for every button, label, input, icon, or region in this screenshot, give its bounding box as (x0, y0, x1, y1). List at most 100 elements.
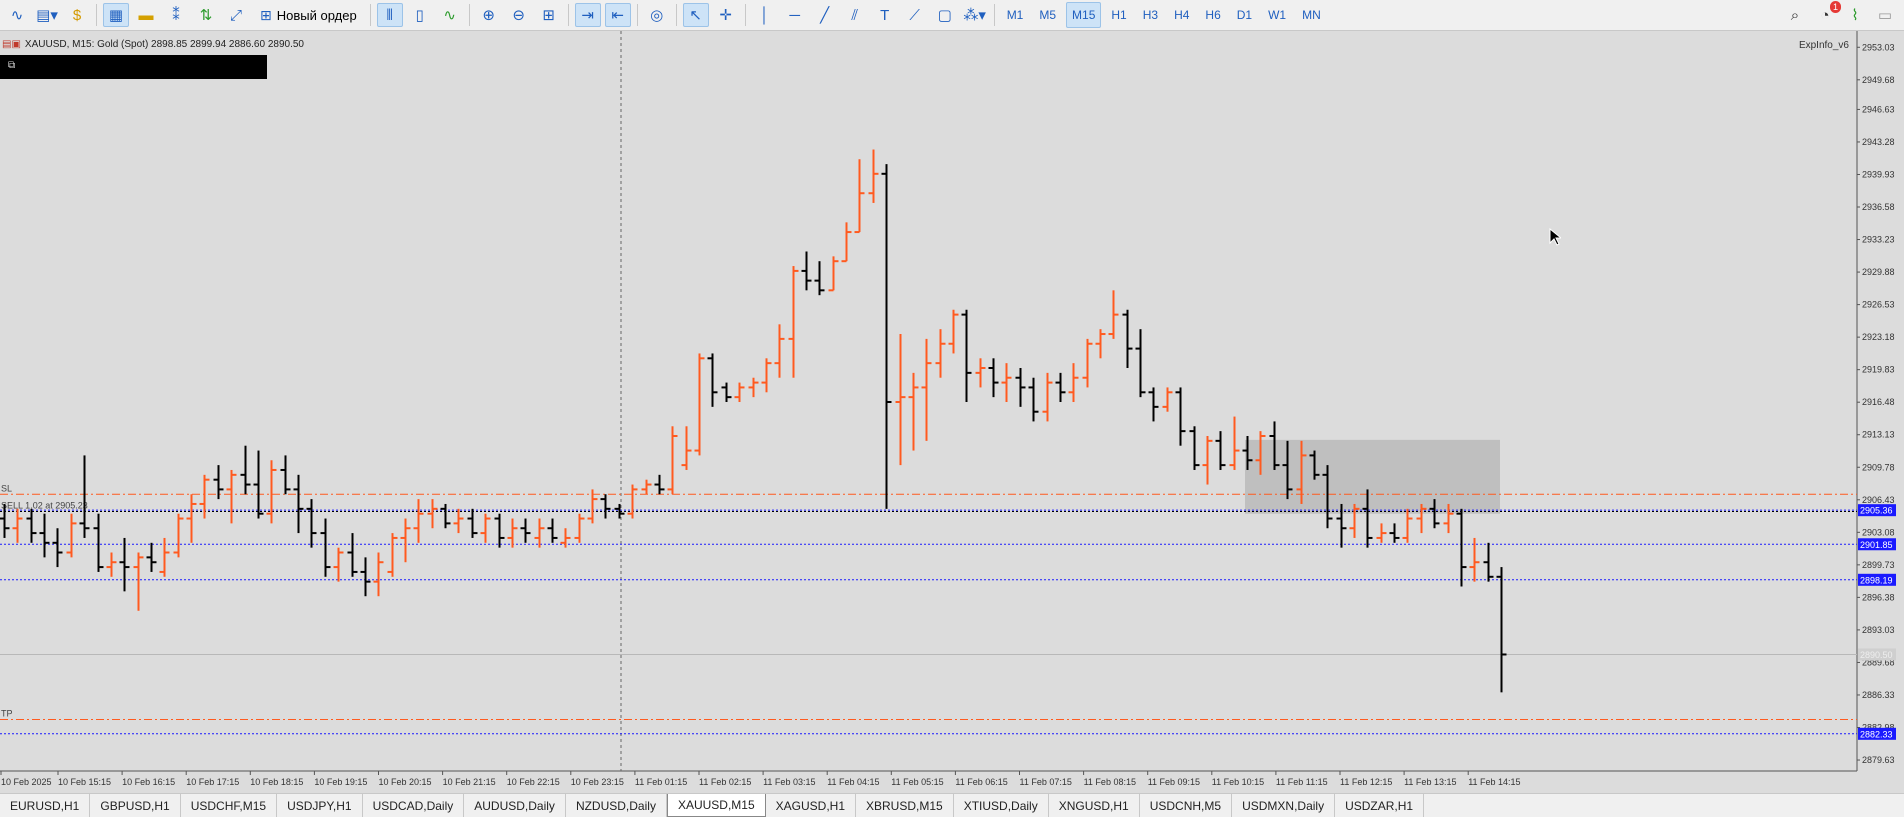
tab-usdcnh-m5[interactable]: USDCNH,M5 (1140, 794, 1233, 817)
time-label: 11 Feb 11:15 (1276, 777, 1328, 787)
timeframe-w1[interactable]: W1 (1262, 2, 1292, 28)
timeframe-h1[interactable]: H1 (1105, 2, 1132, 28)
shapes-icon[interactable]: ▢ (932, 3, 958, 27)
price-tick-label: 2943.28 (1862, 137, 1895, 147)
autoscroll-icon[interactable]: ⇥ (574, 3, 601, 27)
vertical-line-icon[interactable]: │ (752, 3, 778, 27)
separator (96, 4, 97, 26)
price-chart[interactable]: SL SELL 1.02 at 2905.23 TP 2953.03 2949.68 2… (0, 31, 1904, 793)
price-tick-label: 2906.43 (1862, 495, 1895, 505)
candle-chart-icon[interactable]: ▯ (407, 3, 433, 27)
indicators-icon[interactable]: ⁑ (163, 3, 189, 27)
new-order-label: Новый ордер (276, 7, 357, 23)
channel-icon[interactable]: ⫽ (842, 3, 868, 27)
separator (567, 4, 569, 26)
line-chart-icon[interactable]: ∿ (4, 3, 30, 27)
chart-background (0, 31, 1904, 793)
horizontal-line-icon[interactable]: ─ (782, 3, 808, 27)
tab-audusd-daily[interactable]: AUDUSD,Daily (464, 794, 566, 817)
sl-label: SL (1, 483, 12, 493)
text-icon[interactable]: T (872, 3, 898, 27)
time-label: 11 Feb 09:15 (1148, 777, 1200, 787)
more-objects-icon[interactable]: ⁂▾ (962, 3, 988, 27)
tab-nzdusd-daily[interactable]: NZDUSD,Daily (566, 794, 667, 817)
time-label: 10 Feb 17:15 (186, 777, 239, 787)
chart-zone (1245, 439, 1500, 514)
notification-count: 1 (1829, 1, 1841, 13)
timeframe-d1[interactable]: D1 (1231, 2, 1258, 28)
price-tick-label: 2949.68 (1862, 75, 1895, 85)
time-label: 11 Feb 12:15 (1340, 777, 1392, 787)
time-label: 10 Feb 2025 (1, 777, 52, 787)
timeframe-m1[interactable]: M1 (1001, 2, 1030, 28)
search-icon[interactable]: ⌕ (1782, 3, 1808, 27)
price-marker-label: 2905.36 (1860, 506, 1893, 516)
symbol-tabs: EURUSD,H1 GBPUSD,H1 USDCHF,M15 USDJPY,H1 USD… (0, 793, 1904, 817)
time-label: 11 Feb 05:15 (891, 777, 943, 787)
chart-area[interactable]: SL SELL 1.02 at 2905.23 TP 2953.03 2949.68 2… (0, 31, 1904, 793)
timeframe-h4[interactable]: H4 (1168, 2, 1195, 28)
chart-type-icon[interactable]: ▤▾ (34, 3, 60, 27)
time-label: 11 Feb 10:15 (1212, 777, 1264, 787)
time-label: 10 Feb 21:15 (443, 777, 496, 787)
mouse-cursor-icon (1549, 227, 1563, 249)
tab-usdchf-m15[interactable]: USDCHF,M15 (181, 794, 278, 817)
time-label: 11 Feb 06:15 (955, 777, 1007, 787)
timeframe-m15[interactable]: M15 (1066, 2, 1102, 28)
tab-xbrusd-m15[interactable]: XBRUSD,M15 (856, 794, 954, 817)
time-label: 10 Feb 23:15 (571, 777, 624, 787)
timeframe-mn[interactable]: MN (1296, 2, 1327, 28)
new-order-button[interactable]: ⊞ Новый ордер (253, 2, 364, 28)
price-tick-label: 2909.78 (1862, 462, 1895, 472)
price-tick-label: 2936.58 (1862, 202, 1895, 212)
tab-usdmxn-daily[interactable]: USDMXN,Daily (1232, 794, 1336, 817)
zoom-out-icon[interactable]: ⊖ (506, 3, 532, 27)
time-label: 10 Feb 16:15 (122, 777, 175, 787)
tab-xagusd-h1[interactable]: XAGUSD,H1 (766, 794, 856, 817)
toolbar-right: ⌕ ◔ 1 ⌇ ▭ (1780, 1, 1900, 27)
tab-xtiusd-daily[interactable]: XTIUSD,Daily (954, 794, 1049, 817)
grid-icon[interactable]: ⊞ (536, 3, 562, 27)
separator (993, 4, 995, 26)
signal-icon[interactable]: ⌇ (1842, 3, 1868, 27)
price-tick-label: 2913.13 (1862, 430, 1895, 440)
battery-icon[interactable]: ▭ (1872, 3, 1898, 27)
timeframe-m5[interactable]: M5 (1033, 2, 1062, 28)
time-label: 11 Feb 07:15 (1020, 777, 1072, 787)
notifications-icon[interactable]: ◔ 1 (1812, 1, 1841, 27)
expand-icon[interactable]: ⤢ (223, 3, 249, 27)
line-mode-icon[interactable]: ∿ (437, 3, 463, 27)
time-label: 10 Feb 18:15 (250, 777, 303, 787)
timeframe-h6[interactable]: H6 (1199, 2, 1226, 28)
price-tick-label: 2886.33 (1862, 690, 1895, 700)
tab-usdjpy-h1[interactable]: USDJPY,H1 (277, 794, 363, 817)
bar-chart-icon[interactable]: ⫴ (376, 3, 403, 27)
zoom-in-icon[interactable]: ⊕ (476, 3, 502, 27)
chart-shift-icon[interactable]: ⇤ (604, 3, 631, 27)
supply-zone-rect (1245, 439, 1500, 514)
restore-icon[interactable]: ⧉ (8, 60, 15, 71)
toolbar: ∿ ▤▾ $ ▦ ▬ ⁑ ⇅ ⤢ ⊞ Новый ордер ⫴ ▯ ∿ ⊕ ⊖… (0, 0, 1904, 31)
market-watch-icon[interactable]: ▦ (103, 3, 129, 27)
separator (744, 4, 746, 26)
cursor-icon[interactable]: ↖ (682, 3, 709, 27)
timeframe-h3[interactable]: H3 (1137, 2, 1164, 28)
tab-gbpusd-h1[interactable]: GBPUSD,H1 (90, 794, 181, 817)
tab-xauusd-m15[interactable]: XAUUSD,M15 (666, 794, 766, 817)
fibonacci-icon[interactable]: ⟋ (902, 3, 928, 27)
price-marker-label: 2901.85 (1860, 540, 1893, 550)
tab-usdzar-h1[interactable]: USDZAR,H1 (1335, 794, 1425, 817)
crosshair-icon[interactable]: ✛ (713, 3, 739, 27)
folder-icon[interactable]: ▬ (133, 3, 159, 27)
tab-usdcad-daily[interactable]: USDCAD,Daily (363, 794, 465, 817)
tab-xngusd-h1[interactable]: XNGUSD,H1 (1049, 794, 1140, 817)
dollar-icon[interactable]: $ (64, 3, 90, 27)
price-tick-label: 2896.38 (1862, 592, 1895, 602)
price-marker-label: 2890.50 (1860, 650, 1893, 660)
trade-arrows-icon[interactable]: ⇅ (193, 3, 219, 27)
screenshot-icon[interactable]: ◎ (644, 3, 670, 27)
one-click-panel[interactable]: ⧉ (0, 55, 267, 79)
tab-eurusd-h1[interactable]: EURUSD,H1 (0, 794, 91, 817)
trendline-icon[interactable]: ╱ (812, 3, 838, 27)
time-label: 10 Feb 22:15 (507, 777, 560, 787)
